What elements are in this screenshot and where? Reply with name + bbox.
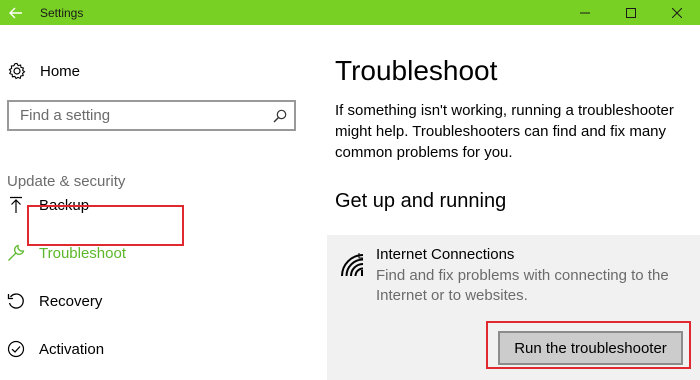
window-controls xyxy=(562,0,700,25)
page-description: If something isn't working, running a tr… xyxy=(335,102,674,161)
card-title: Internet Connections xyxy=(376,246,515,263)
sidebar-item-label: Troubleshoot xyxy=(39,244,126,262)
close-icon xyxy=(672,7,682,18)
gear-icon xyxy=(8,62,26,80)
page-title: Troubleshoot xyxy=(335,55,498,86)
maximize-button[interactable] xyxy=(608,0,654,25)
backup-arrow-icon xyxy=(7,196,25,214)
search-input[interactable] xyxy=(9,107,259,124)
back-button[interactable] xyxy=(0,0,32,25)
section-label: Update & security xyxy=(7,173,126,190)
wifi-signal-icon xyxy=(339,252,365,283)
wrench-icon xyxy=(7,244,25,262)
sidebar-item-activation[interactable]: Activation xyxy=(7,337,104,361)
highlight-box-run-button xyxy=(486,321,691,369)
search-box[interactable] xyxy=(7,100,296,131)
card-description: Find and fix problems with connecting to… xyxy=(376,267,669,304)
search-icon xyxy=(273,109,287,123)
nav-home[interactable]: Home xyxy=(8,60,80,82)
minimize-icon xyxy=(580,12,590,13)
section-heading: Get up and running xyxy=(335,190,507,212)
window-title: Settings xyxy=(40,5,84,20)
maximize-icon xyxy=(626,7,636,18)
sidebar-item-recovery[interactable]: Recovery xyxy=(7,289,102,313)
recovery-icon xyxy=(7,292,25,310)
sidebar-item-label: Activation xyxy=(39,340,105,358)
highlight-box-troubleshoot xyxy=(27,205,184,246)
sidebar-item-label: Recovery xyxy=(39,292,103,310)
close-button[interactable] xyxy=(654,0,700,25)
sidebar: Home Update & security Backup Troublesho… xyxy=(0,25,315,380)
title-bar: Settings xyxy=(0,0,700,25)
nav-home-label: Home xyxy=(40,62,81,80)
minimize-button[interactable] xyxy=(562,0,608,25)
back-arrow-icon xyxy=(9,7,22,18)
activation-check-icon xyxy=(7,340,25,358)
